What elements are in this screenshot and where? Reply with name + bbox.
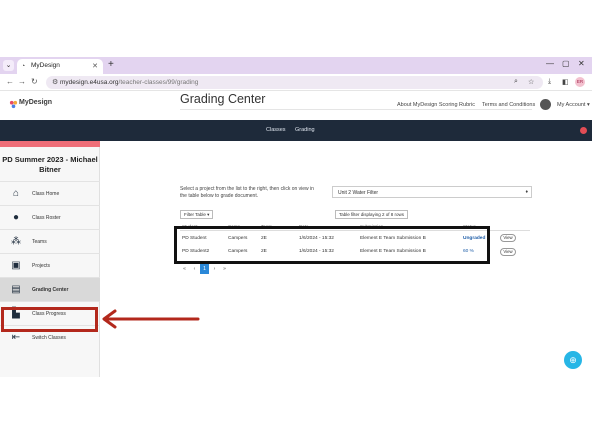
- tab-title: MyDesign: [31, 62, 60, 69]
- pager-last[interactable]: »: [220, 264, 229, 274]
- reload-icon[interactable]: ↻: [31, 77, 38, 86]
- url-text: mydesign.e4usa.org/teacher-classes/99/gr…: [60, 79, 199, 86]
- my-account-menu[interactable]: My Account ▾: [557, 102, 590, 108]
- main-nav: Classes Grading: [0, 120, 592, 141]
- favicon-icon: ◔: [21, 63, 26, 70]
- nav-classes[interactable]: Classes: [266, 127, 286, 133]
- tab-bar: ⌄ ◔ MyDesign ✕ + — ▢ ✕: [0, 57, 592, 74]
- project-select[interactable]: Unit 2 Water Filter ♦: [332, 186, 532, 198]
- notification-icon[interactable]: [580, 127, 587, 134]
- tab-search-button[interactable]: ⌄: [3, 60, 14, 71]
- table-highlight-annotation: [174, 226, 490, 264]
- sidebar-item-class-home[interactable]: ⌂ Class Home: [0, 181, 100, 205]
- close-window-icon[interactable]: ✕: [578, 59, 585, 68]
- filter-status-badge: Table filter displaying 2 of 8 rows: [335, 210, 409, 219]
- forward-icon[interactable]: →: [18, 77, 26, 86]
- logo-icon: [9, 100, 18, 109]
- download-icon[interactable]: ⤓: [548, 78, 551, 86]
- profile-avatar[interactable]: ER: [575, 77, 585, 87]
- terms-link[interactable]: Terms and Conditions: [482, 102, 535, 108]
- site-header: MyDesign About MyDesign Scoring Rubric T…: [0, 91, 592, 120]
- sidebar-accent-bar: [0, 141, 100, 147]
- maximize-icon[interactable]: ▢: [562, 59, 570, 68]
- bookmark-star-icon[interactable]: ☆: [528, 78, 534, 86]
- zoom-icon[interactable]: ⌕: [514, 78, 518, 86]
- site-info-icon[interactable]: ⚙: [52, 78, 58, 86]
- side-panel-icon[interactable]: ◧: [562, 78, 569, 86]
- book-icon: ▤: [11, 284, 21, 295]
- sidebar-item-grading-center[interactable]: ▤ Grading Center: [0, 277, 100, 301]
- sidebar-item-teams[interactable]: ⁂ Teams: [0, 229, 100, 253]
- grading-instructions: Select a project from the list to the ri…: [180, 186, 314, 199]
- screenshot-frame: ⌄ ◔ MyDesign ✕ + — ▢ ✕ ← → ↻ ⚙ mydesign.…: [0, 0, 592, 444]
- url-field[interactable]: ⚙ mydesign.e4usa.org/teacher-classes/99/…: [46, 76, 543, 89]
- class-progress-annotation-box: [1, 307, 98, 332]
- address-bar: ← → ↻ ⚙ mydesign.e4usa.org/teacher-class…: [0, 74, 592, 91]
- back-icon[interactable]: ←: [6, 77, 14, 86]
- minimize-icon[interactable]: —: [546, 59, 554, 68]
- help-lifebuoy-icon[interactable]: ⊕: [564, 351, 582, 369]
- pager-prev[interactable]: ‹: [190, 264, 199, 274]
- pager-first[interactable]: «: [180, 264, 189, 274]
- tab-close-icon[interactable]: ✕: [92, 62, 98, 70]
- sidebar-item-projects[interactable]: ▣ Projects: [0, 253, 100, 277]
- class-title: PD Summer 2023 - Michael Bitner: [2, 155, 98, 174]
- view-button[interactable]: View: [500, 248, 516, 256]
- box-icon: ▣: [11, 260, 21, 271]
- view-button[interactable]: View: [500, 234, 516, 242]
- group-icon: ⁂: [11, 236, 21, 247]
- pager-next[interactable]: ›: [210, 264, 219, 274]
- nav-grading[interactable]: Grading: [295, 127, 315, 133]
- arrow-left-icon: ⇤: [11, 332, 21, 343]
- pager-page[interactable]: 1: [200, 264, 209, 274]
- person-icon: ●: [12, 212, 20, 223]
- sidebar-item-class-roster[interactable]: ● Class Roster: [0, 205, 100, 229]
- class-sidebar: PD Summer 2023 - Michael Bitner ⌂ Class …: [0, 141, 100, 377]
- title-divider: [180, 109, 532, 110]
- home-icon: ⌂: [12, 188, 20, 199]
- browser-tab[interactable]: ◔ MyDesign ✕: [17, 59, 103, 74]
- filter-table-button[interactable]: Filter Table ▾: [180, 210, 214, 219]
- annotation-arrow-icon: [102, 309, 200, 329]
- new-tab-button[interactable]: +: [108, 59, 114, 70]
- page-title: Grading Center: [180, 92, 266, 106]
- scoring-rubric-link[interactable]: About MyDesign Scoring Rubric: [397, 102, 475, 108]
- user-avatar-icon[interactable]: [540, 99, 551, 110]
- chevron-down-icon: ♦: [525, 189, 528, 195]
